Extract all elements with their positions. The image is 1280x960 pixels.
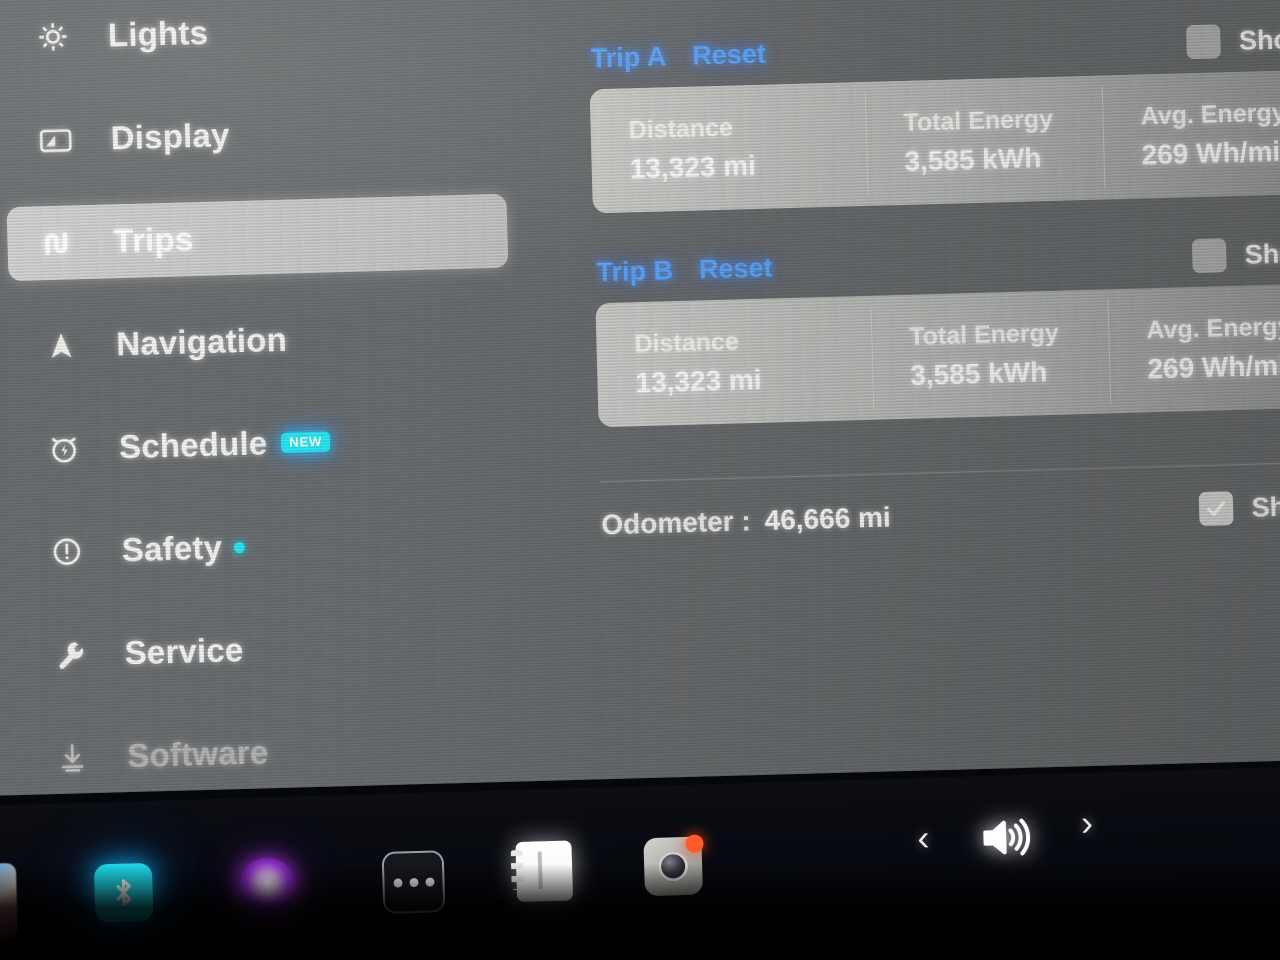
app-icon-partial[interactable] xyxy=(0,862,19,941)
infotainment-screen-photo: Lights Display Trips Navigation Schedule… xyxy=(0,0,1280,960)
show-in-trips-label: Show in Trips xyxy=(1244,234,1280,270)
display-icon xyxy=(32,116,79,163)
trip-column-distance: Distance 13,323 mi xyxy=(595,296,873,427)
sidebar-item-trips[interactable]: Trips xyxy=(6,193,509,282)
odometer-show-in-trips[interactable]: Show in Trips xyxy=(1199,486,1280,527)
trip-a-reset-button[interactable]: Reset xyxy=(692,38,766,71)
avg-energy-value: 269 Wh/mi xyxy=(1147,349,1280,384)
distance-value: 13,323 mi xyxy=(635,363,762,398)
distance-label: Distance xyxy=(628,113,734,144)
distance-label: Distance xyxy=(634,326,740,358)
software-icon xyxy=(49,734,96,781)
trip-a-card: Distance 13,323 mi Total Energy 3,585 kW… xyxy=(589,69,1280,214)
bluetooth-icon[interactable] xyxy=(93,862,154,923)
notes-icon[interactable] xyxy=(515,840,574,903)
show-in-trips-label: Show in Trips xyxy=(1251,487,1280,523)
volume-icon[interactable] xyxy=(977,813,1034,863)
schedule-icon xyxy=(40,425,87,472)
checkbox-unchecked-icon[interactable] xyxy=(1186,24,1222,60)
sidebar-item-service[interactable]: Service xyxy=(18,604,560,693)
trip-column-distance: Distance 13,323 mi xyxy=(590,82,868,213)
avg-energy-value: 269 Wh/mi xyxy=(1141,135,1280,170)
voice-assistant-icon[interactable] xyxy=(237,856,298,917)
sidebar-item-safety[interactable]: Safety xyxy=(15,501,557,590)
prev-button[interactable]: ‹ xyxy=(917,817,930,858)
sidebar-item-label: Safety xyxy=(121,528,223,569)
trip-column-avg-energy: Avg. Energy 269 Wh/mi xyxy=(1102,69,1280,199)
sidebar-item-label: Schedule xyxy=(118,424,268,466)
total-energy-label: Total Energy xyxy=(908,318,1060,351)
trip-a-title: Trip A xyxy=(590,40,667,73)
sidebar-item-lights[interactable]: Lights xyxy=(1,0,543,75)
bottom-taskbar[interactable]: ‹ › xyxy=(0,766,1280,960)
sidebar-item-label: Service xyxy=(124,630,244,672)
sidebar-item-label: Navigation xyxy=(115,320,288,363)
sidebar-item-software[interactable]: Software xyxy=(20,707,562,795)
odometer-label: Odometer : xyxy=(600,505,752,541)
camera-icon[interactable] xyxy=(643,834,704,897)
trips-icon xyxy=(35,219,82,266)
new-badge: NEW xyxy=(281,431,331,453)
avg-energy-label: Avg. Energy xyxy=(1146,312,1280,344)
navigation-icon xyxy=(38,322,85,369)
trip-b-reset-button[interactable]: Reset xyxy=(699,252,773,285)
trip-b-title: Trip B xyxy=(596,254,674,287)
trip-a-show-in-trips[interactable]: Show in Trips xyxy=(1186,19,1280,60)
total-energy-value: 3,585 kWh xyxy=(909,355,1048,391)
sidebar-item-label: Software xyxy=(126,733,269,775)
total-energy-label: Total Energy xyxy=(903,104,1054,137)
odometer-value: 46,666 mi xyxy=(764,501,892,536)
sidebar-item-label: Display xyxy=(110,116,230,157)
show-in-trips-label: Show in Trips xyxy=(1238,21,1280,56)
service-icon xyxy=(46,631,93,678)
settings-sidebar[interactable]: Lights Display Trips Navigation Schedule… xyxy=(1,0,562,791)
trip-column-avg-energy: Avg. Energy 269 Wh/mi xyxy=(1107,283,1280,413)
trip-b-card: Distance 13,323 mi Total Energy 3,585 kW… xyxy=(595,283,1280,428)
checkbox-unchecked-icon[interactable] xyxy=(1192,238,1228,274)
distance-value: 13,323 mi xyxy=(629,149,757,184)
trips-panel: 8 kWh Avg. Energy 264 Wh/mi Trip A Reset… xyxy=(586,0,1280,568)
sidebar-item-label: Trips xyxy=(112,220,194,260)
trip-b-show-in-trips[interactable]: Show in Trips xyxy=(1192,233,1280,274)
sidebar-item-schedule[interactable]: Schedule NEW xyxy=(12,399,554,488)
notification-dot-icon xyxy=(233,541,246,553)
lights-icon xyxy=(29,13,76,60)
settings-screen: Lights Display Trips Navigation Schedule… xyxy=(0,0,1280,796)
avg-energy-label: Avg. Energy xyxy=(1140,98,1280,130)
total-energy-value: 3,585 kWh xyxy=(904,141,1042,177)
sidebar-item-navigation[interactable]: Navigation xyxy=(9,296,551,385)
sidebar-item-display[interactable]: Display xyxy=(4,90,546,179)
next-button[interactable]: › xyxy=(1080,802,1093,843)
safety-icon xyxy=(43,528,90,575)
checkbox-checked-icon[interactable] xyxy=(1199,491,1235,527)
trip-column-total-energy: Total Energy 3,585 kWh xyxy=(870,289,1111,419)
more-options-icon[interactable] xyxy=(381,850,446,914)
sidebar-item-label: Lights xyxy=(107,13,209,54)
trip-column-total-energy: Total Energy 3,585 kWh xyxy=(864,76,1105,206)
